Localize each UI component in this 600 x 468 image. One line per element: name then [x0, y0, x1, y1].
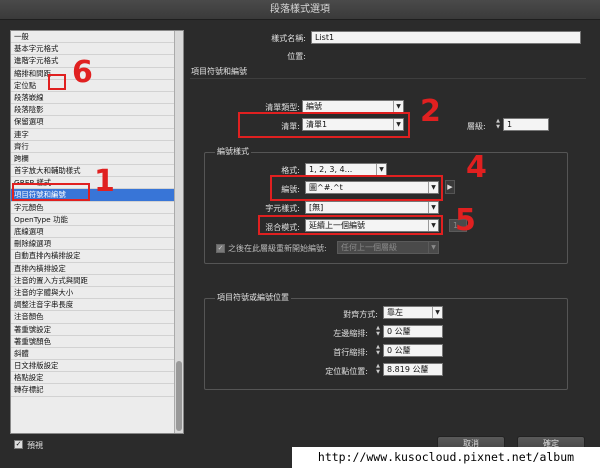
format-value: 1, 2, 3, 4... — [309, 165, 353, 174]
style-name-input[interactable]: List1 — [311, 31, 581, 44]
category-scrollbar[interactable] — [174, 31, 183, 433]
category-item[interactable]: 刪除線選項 — [11, 238, 183, 251]
category-item[interactable]: 注音顏色 — [11, 311, 183, 324]
category-item[interactable]: 注音的置入方式與間距 — [11, 275, 183, 287]
tab-position-input[interactable]: 8.819 公釐 — [383, 363, 443, 376]
category-item[interactable]: 字元顏色 — [11, 202, 183, 214]
category-item[interactable]: 段落陰影 — [11, 104, 183, 117]
category-item[interactable]: 縮排和間距 — [11, 68, 183, 80]
category-item[interactable]: 轉存標記 — [11, 384, 183, 397]
char-style-dropdown[interactable]: [無] ▼ — [305, 201, 439, 214]
category-list[interactable]: 一般 基本字元格式 進階字元格式 縮排和間距 定位點 段落嵌線 段落陰影 保留選項 連字 齊行 跨欄… — [10, 30, 184, 434]
annotation-number-4: 4 — [466, 150, 487, 185]
category-item[interactable]: 連字 — [11, 129, 183, 141]
category-item[interactable]: 斜體 — [11, 348, 183, 361]
char-style-label: 字元樣式: — [265, 204, 300, 213]
first-indent-label: 首行縮排: — [333, 348, 368, 357]
alignment-value: 靠左 — [387, 308, 403, 317]
annotation-number-5: 5 — [455, 203, 476, 238]
numbering-style-title: 編號樣式 — [215, 146, 251, 157]
category-item[interactable]: 調整注音字串長度 — [11, 299, 183, 312]
annotation-number-1: 1 — [94, 164, 115, 199]
category-item[interactable]: 自動直排內橫排設定 — [11, 250, 183, 263]
alignment-label: 對齊方式: — [343, 310, 378, 319]
annotation-box-1 — [12, 183, 90, 201]
category-item[interactable]: 基本字元格式 — [11, 43, 183, 56]
annotation-box-5 — [258, 215, 443, 235]
category-item[interactable]: 著重號顏色 — [11, 336, 183, 348]
dialog-title: 段落樣式選項 — [0, 0, 600, 20]
chevron-down-icon: ▼ — [432, 307, 442, 318]
style-name-label: 樣式名稱: — [271, 34, 306, 43]
section-divider — [190, 78, 586, 79]
left-indent-label: 左邊縮排: — [333, 329, 368, 338]
category-item[interactable]: OpenType 功能 — [11, 214, 183, 226]
section-title: 項目符號和編號 — [191, 67, 247, 76]
tab-position-label: 定位點位置: — [325, 367, 368, 376]
scrollbar-thumb[interactable] — [176, 361, 182, 431]
annotation-box-4 — [270, 175, 443, 201]
category-item[interactable]: 直排內橫排設定 — [11, 263, 183, 275]
first-indent-stepper[interactable]: ▲ ▼ — [374, 344, 382, 357]
alignment-dropdown[interactable]: 靠左 ▼ — [383, 306, 443, 319]
chevron-down-icon: ▼ — [376, 164, 386, 175]
list-type-value: 編號 — [306, 102, 322, 111]
category-item[interactable]: 進階字元格式 — [11, 55, 183, 68]
left-indent-stepper[interactable]: ▲ ▼ — [374, 325, 382, 338]
category-item[interactable]: 底線選項 — [11, 226, 183, 239]
char-style-value: [無] — [309, 203, 324, 212]
annotation-number-6: 6 — [72, 55, 93, 90]
category-item[interactable]: 定位點 — [11, 80, 183, 92]
first-indent-input[interactable]: 0 公釐 — [383, 344, 443, 357]
annotation-box-2 — [238, 112, 410, 138]
preview-label: 預視 — [27, 441, 43, 450]
restart-level-value: 任何上一個層級 — [341, 243, 397, 252]
level-label: 層級: — [467, 122, 486, 131]
preview-checkbox[interactable]: ✓ — [14, 440, 23, 449]
category-item[interactable]: 格點設定 — [11, 372, 183, 385]
category-item[interactable]: 一般 — [11, 31, 183, 44]
level-input[interactable]: 1 — [503, 118, 549, 131]
category-item[interactable]: 齊行 — [11, 141, 183, 153]
category-item[interactable]: 保留選項 — [11, 116, 183, 129]
annotation-number-2: 2 — [420, 94, 441, 129]
level-stepper[interactable]: ▲ ▼ — [494, 118, 502, 131]
category-item[interactable]: 注音的字體與大小 — [11, 287, 183, 300]
tab-position-stepper[interactable]: ▲ ▼ — [374, 363, 382, 376]
watermark: http://www.kusocloud.pixnet.net/album — [292, 447, 600, 468]
category-item[interactable]: 段落嵌線 — [11, 92, 183, 105]
category-item[interactable]: 著重號設定 — [11, 324, 183, 336]
location-label: 位置: — [287, 52, 306, 61]
restart-checkbox[interactable]: ✓ — [216, 244, 225, 253]
insert-special-char-arrow[interactable]: ▶ — [445, 180, 455, 194]
restart-label: 之後在此層級重新開始編號: — [228, 244, 327, 253]
category-item[interactable]: 日文排版設定 — [11, 360, 183, 373]
chevron-down-icon: ▼ — [428, 202, 438, 213]
chevron-down-icon: ▼ — [428, 242, 438, 253]
chevron-down-icon: ▼ — [393, 101, 403, 112]
left-indent-input[interactable]: 0 公釐 — [383, 325, 443, 338]
restart-level-dropdown[interactable]: 任何上一個層級 ▼ — [337, 241, 439, 254]
position-group-title: 項目符號或編號位置 — [215, 292, 291, 303]
annotation-box-6 — [48, 74, 66, 90]
